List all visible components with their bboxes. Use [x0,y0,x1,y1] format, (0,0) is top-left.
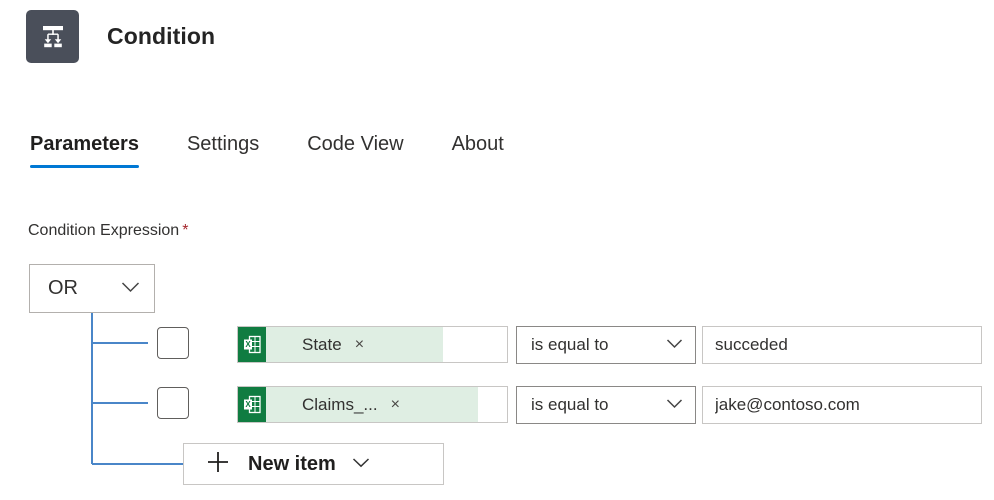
tab-code-view[interactable]: Code View [307,133,403,168]
token-chip[interactable]: X Claims_... × [238,387,478,422]
token-chip[interactable]: X State × [238,327,443,362]
chevron-down-icon [121,280,140,298]
excel-icon: X [238,387,266,422]
condition-expression-label: Condition Expression* [28,222,188,240]
required-indicator: * [182,222,188,239]
chevron-down-icon [352,455,370,473]
excel-icon: X [238,327,266,362]
logic-operator-select[interactable]: OR [29,264,155,313]
page-header: Condition [26,10,215,63]
operator-value: is equal to [531,335,609,355]
new-item-label: New item [248,453,336,476]
svg-text:X: X [245,340,251,349]
condition-builder: OR X State × is equal t [0,0,994,500]
field-token-input[interactable]: X State × [237,326,508,363]
operator-value: is equal to [531,395,609,415]
logic-operator-value: OR [48,277,78,300]
token-label: Claims_... [302,395,378,415]
condition-icon [26,10,79,63]
plus-icon [206,450,230,479]
value-text: succeded [715,335,788,355]
tab-settings[interactable]: Settings [187,133,259,168]
close-icon[interactable]: × [355,337,364,353]
svg-text:X: X [245,400,251,409]
condition-expression-label-text: Condition Expression [28,222,179,239]
chevron-down-icon [666,336,683,354]
value-input[interactable]: succeded [702,326,982,364]
token-label: State [302,335,342,355]
operator-select[interactable]: is equal to [516,386,696,424]
row-checkbox[interactable] [157,327,189,359]
field-token-input[interactable]: X Claims_... × [237,386,508,423]
page-title: Condition [107,23,215,50]
close-icon[interactable]: × [391,397,400,413]
operator-select[interactable]: is equal to [516,326,696,364]
value-text: jake@contoso.com [715,395,860,415]
tab-about[interactable]: About [452,133,504,168]
row-checkbox[interactable] [157,387,189,419]
chevron-down-icon [666,396,683,414]
new-item-button[interactable]: New item [183,443,444,485]
tab-parameters[interactable]: Parameters [30,133,139,168]
connector-lines [0,0,994,500]
value-input[interactable]: jake@contoso.com [702,386,982,424]
tab-bar: Parameters Settings Code View About [30,133,504,168]
